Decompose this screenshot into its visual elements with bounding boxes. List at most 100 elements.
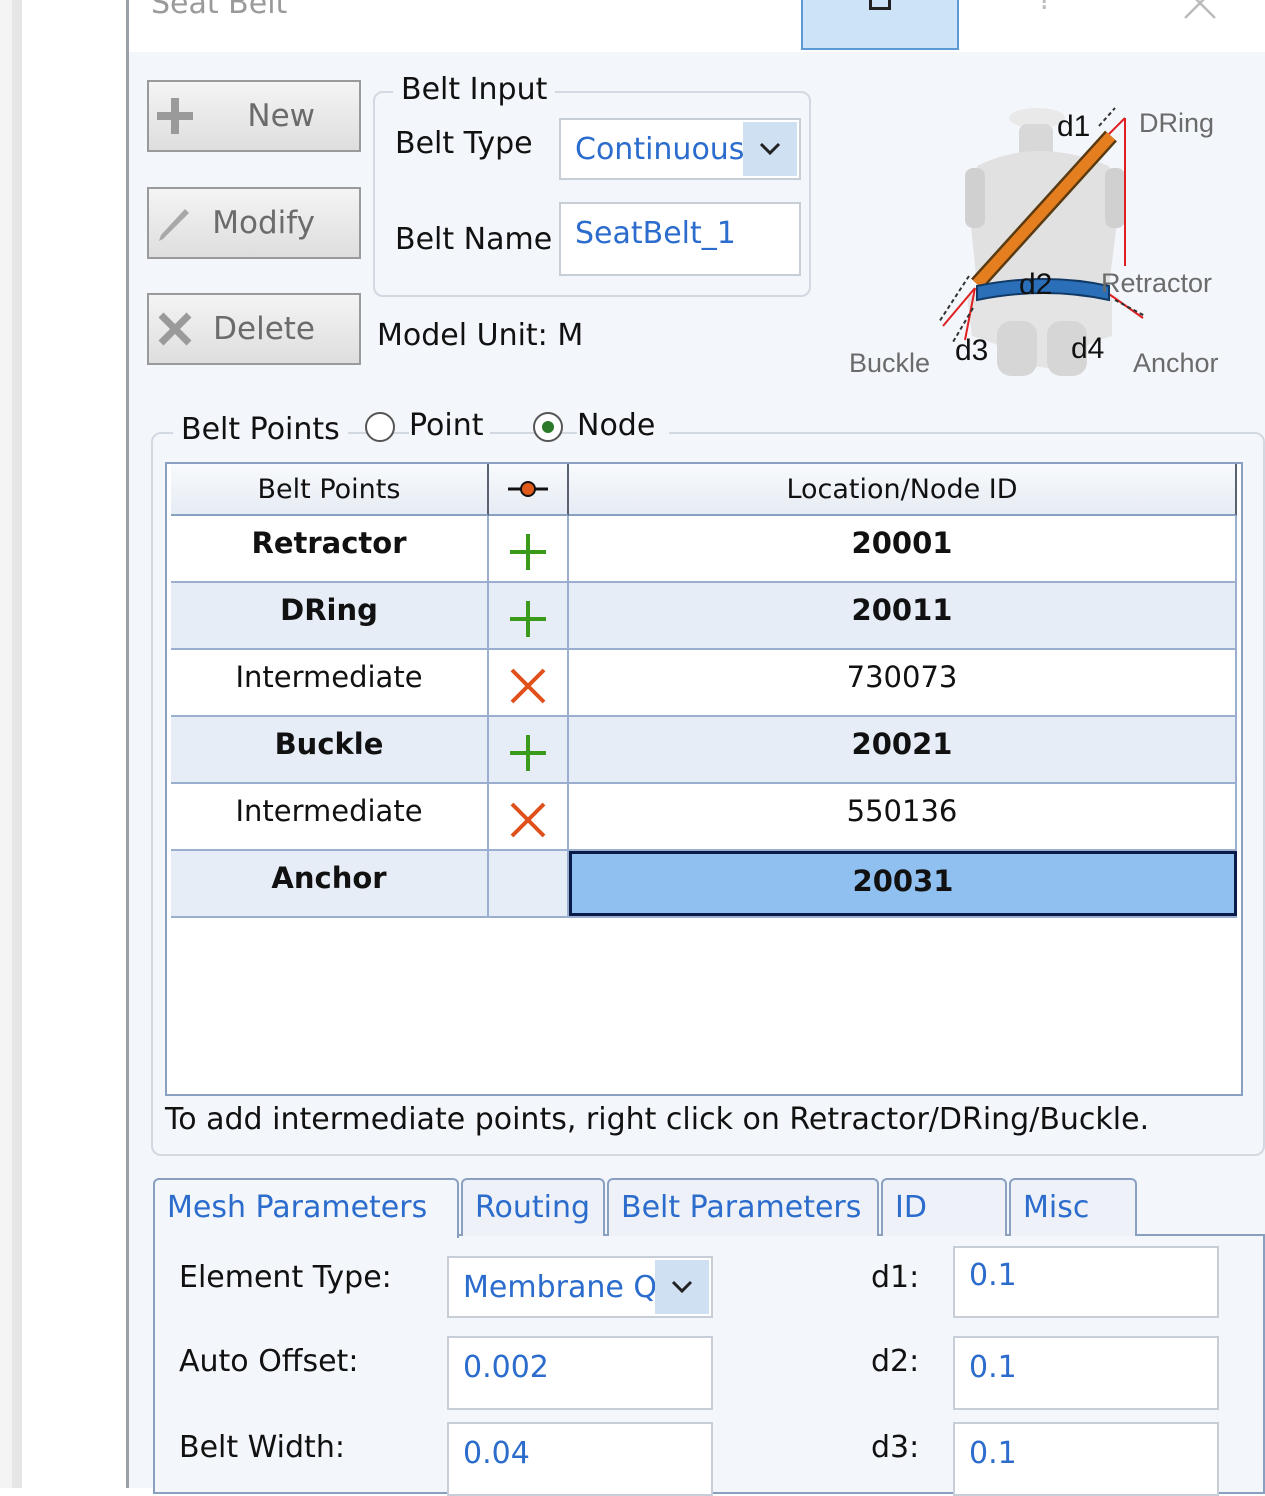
belt-type-label: Belt Type bbox=[395, 126, 533, 161]
buckle-label: Buckle bbox=[849, 348, 930, 378]
d1-input[interactable]: 0.1 bbox=[953, 1246, 1219, 1318]
model-unit-text: Model Unit: M bbox=[377, 318, 584, 353]
d2-field-label: d2: bbox=[871, 1344, 920, 1379]
belt-name-label: Belt Name bbox=[395, 222, 553, 257]
dring-label: DRing bbox=[1139, 108, 1214, 138]
tab-routing[interactable]: Routing bbox=[461, 1178, 605, 1236]
d3-input[interactable]: 0.1 bbox=[953, 1422, 1219, 1496]
restore-button[interactable] bbox=[801, 0, 959, 50]
anchor-label: Anchor bbox=[1133, 348, 1219, 378]
chevron-down-icon[interactable] bbox=[743, 122, 797, 176]
pencil-icon bbox=[159, 209, 189, 241]
node-radio-label[interactable]: Node bbox=[577, 408, 670, 443]
title-bar: Seat Belt ? bbox=[129, 0, 1265, 52]
belt-point-name: Anchor bbox=[171, 851, 489, 916]
belt-type-value: Continuous bbox=[575, 132, 745, 167]
d4-label: d4 bbox=[1071, 332, 1104, 365]
element-type-select[interactable]: Membrane Q bbox=[447, 1256, 713, 1318]
seat-belt-dialog: Seat Belt ? New Modify Delete Belt Input… bbox=[126, 0, 1265, 1496]
node-id[interactable]: 730073 bbox=[569, 650, 1237, 715]
belt-width-label: Belt Width: bbox=[179, 1430, 345, 1465]
belt-point-name: Intermediate bbox=[171, 650, 489, 715]
d3-value: 0.1 bbox=[969, 1436, 1017, 1471]
help-icon[interactable]: ? bbox=[1037, 0, 1053, 17]
plus-icon bbox=[157, 98, 193, 134]
modify-button-label: Modify bbox=[212, 205, 315, 241]
x-icon bbox=[510, 668, 546, 704]
table-row[interactable]: Buckle 20021 bbox=[171, 717, 1237, 784]
belt-points-table: Belt Points Location/Node ID Retractor 2… bbox=[165, 462, 1243, 1096]
add-node-button[interactable] bbox=[489, 516, 569, 581]
node-id[interactable]: 20001 bbox=[569, 516, 1237, 581]
d2-value: 0.1 bbox=[969, 1350, 1017, 1385]
belt-width-input[interactable]: 0.04 bbox=[447, 1422, 713, 1496]
column-header-belt-points[interactable]: Belt Points bbox=[171, 464, 489, 516]
node-id[interactable]: 20011 bbox=[569, 583, 1237, 648]
node-id-selected[interactable]: 20031 bbox=[569, 851, 1237, 916]
background-area bbox=[22, 0, 126, 1488]
remove-node-button[interactable] bbox=[489, 650, 569, 715]
node-id[interactable]: 20021 bbox=[569, 717, 1237, 782]
column-header-node-pick[interactable] bbox=[489, 464, 569, 516]
d2-input[interactable]: 0.1 bbox=[953, 1336, 1219, 1410]
retractor-label: Retractor bbox=[1101, 268, 1212, 298]
tab-id[interactable]: ID bbox=[881, 1178, 1007, 1236]
auto-offset-label: Auto Offset: bbox=[179, 1344, 359, 1379]
d3-label: d3 bbox=[955, 334, 988, 367]
seat-belt-diagram: d1 DRing d2 Retractor Buckle d3 d4 Ancho… bbox=[849, 107, 1219, 378]
node-id[interactable]: 550136 bbox=[569, 784, 1237, 849]
delete-button[interactable]: Delete bbox=[147, 293, 361, 365]
delete-x-icon bbox=[158, 312, 192, 346]
close-icon[interactable] bbox=[1183, 0, 1217, 20]
table-row[interactable]: Intermediate 550136 bbox=[171, 784, 1237, 851]
plus-icon bbox=[510, 601, 546, 637]
window-title: Seat Belt bbox=[151, 0, 288, 21]
table-row[interactable]: Intermediate 730073 bbox=[171, 650, 1237, 717]
point-radio[interactable] bbox=[365, 412, 395, 442]
x-icon bbox=[510, 802, 546, 838]
restore-icon bbox=[869, 0, 891, 10]
table-row[interactable]: Anchor 20031 bbox=[171, 851, 1237, 918]
add-node-button[interactable] bbox=[489, 717, 569, 782]
belt-width-value: 0.04 bbox=[463, 1436, 530, 1471]
modify-button[interactable]: Modify bbox=[147, 187, 361, 259]
node-pick-cell[interactable] bbox=[489, 851, 569, 916]
belt-type-select[interactable]: Continuous bbox=[559, 118, 801, 180]
d1-field-label: d1: bbox=[871, 1260, 920, 1295]
element-type-label: Element Type: bbox=[179, 1260, 392, 1295]
belt-points-legend: Belt Points bbox=[173, 412, 348, 447]
point-radio-label[interactable]: Point bbox=[409, 408, 490, 443]
tab-misc[interactable]: Misc bbox=[1009, 1178, 1137, 1236]
d2-label: d2 bbox=[1019, 268, 1052, 301]
new-button-label: New bbox=[247, 98, 315, 134]
table-row[interactable]: DRing 20011 bbox=[171, 583, 1237, 650]
background-panel-edge bbox=[0, 0, 12, 1488]
belt-name-value: SeatBelt_1 bbox=[575, 216, 736, 251]
tab-mesh-parameters[interactable]: Mesh Parameters bbox=[153, 1178, 459, 1238]
add-node-button[interactable] bbox=[489, 583, 569, 648]
belt-point-name: Buckle bbox=[171, 717, 489, 782]
plus-icon bbox=[510, 735, 546, 771]
column-header-location[interactable]: Location/Node ID bbox=[569, 464, 1237, 516]
belt-point-name: Intermediate bbox=[171, 784, 489, 849]
background-scroll-edge bbox=[12, 0, 22, 1488]
node-radio[interactable] bbox=[533, 412, 563, 442]
plus-icon bbox=[510, 534, 546, 570]
intermediate-points-hint: To add intermediate points, right click … bbox=[165, 1102, 1150, 1137]
new-button[interactable]: New bbox=[147, 80, 361, 152]
chevron-down-icon[interactable] bbox=[655, 1260, 709, 1314]
d1-value: 0.1 bbox=[969, 1258, 1017, 1293]
delete-button-label: Delete bbox=[213, 311, 315, 347]
d1-label: d1 bbox=[1057, 110, 1090, 143]
auto-offset-input[interactable]: 0.002 bbox=[447, 1336, 713, 1410]
node-pick-icon bbox=[508, 481, 548, 497]
belt-point-name: DRing bbox=[171, 583, 489, 648]
table-row[interactable]: Retractor 20001 bbox=[171, 516, 1237, 583]
element-type-value: Membrane Q bbox=[463, 1270, 657, 1305]
tab-belt-parameters[interactable]: Belt Parameters bbox=[607, 1178, 879, 1236]
d3-field-label: d3: bbox=[871, 1430, 920, 1465]
remove-node-button[interactable] bbox=[489, 784, 569, 849]
belt-input-legend: Belt Input bbox=[393, 72, 556, 107]
belt-name-input[interactable]: SeatBelt_1 bbox=[559, 202, 801, 276]
auto-offset-value: 0.002 bbox=[463, 1350, 549, 1385]
